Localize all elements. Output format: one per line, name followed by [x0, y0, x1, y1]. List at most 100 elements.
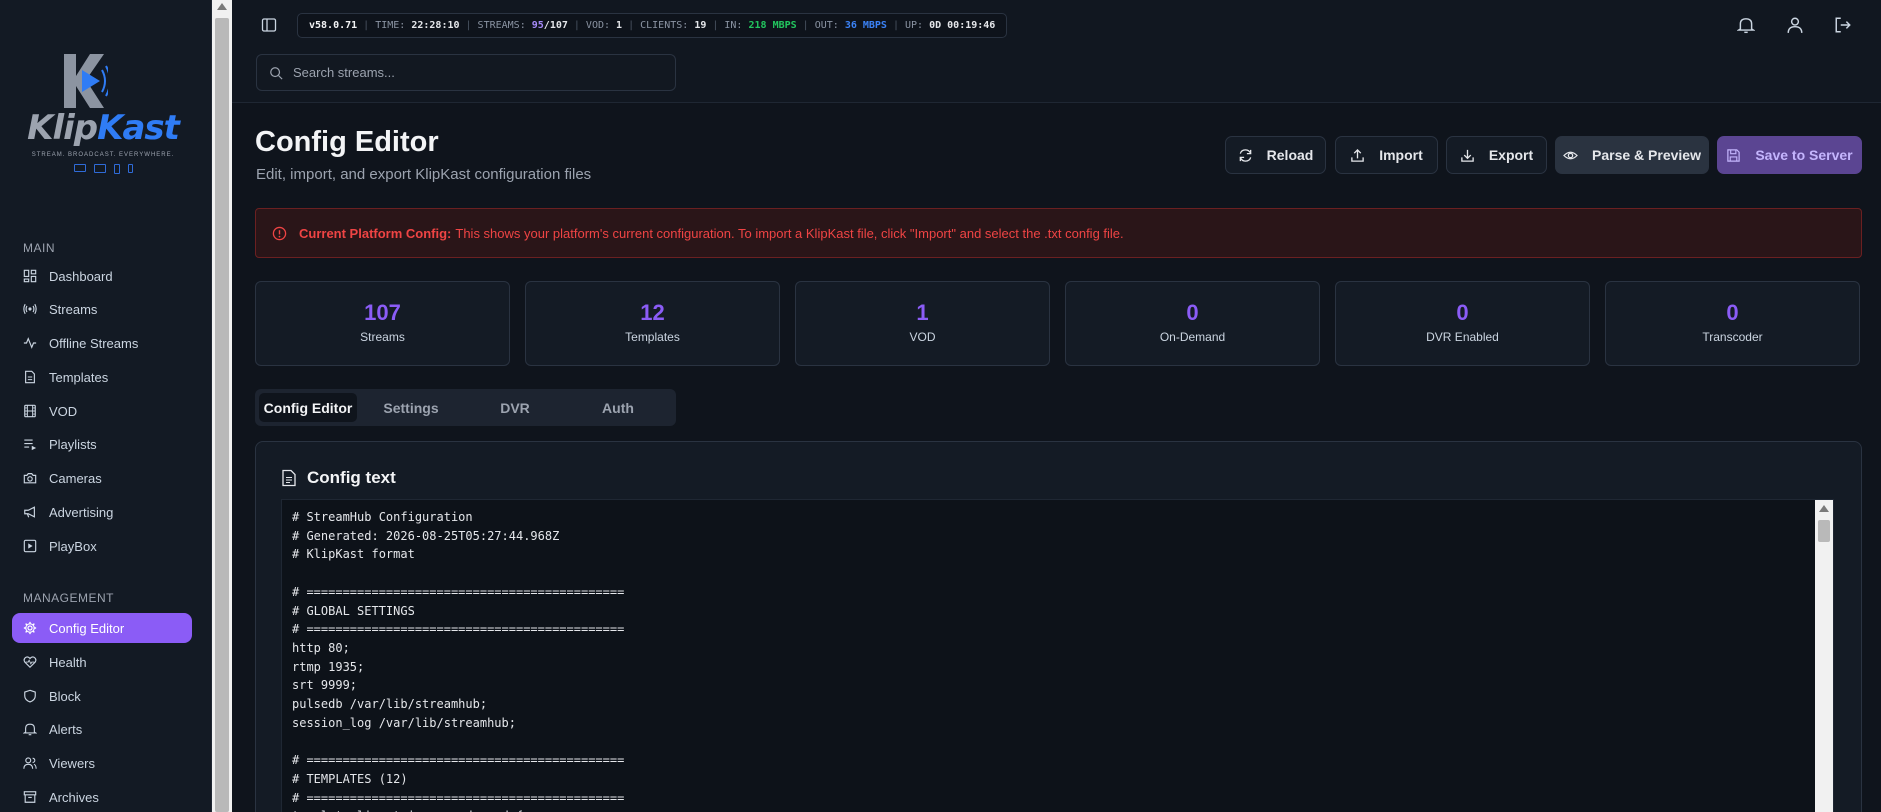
reload-button[interactable]: Reload: [1225, 136, 1326, 174]
sidebar-item-archives[interactable]: Archives: [12, 782, 192, 812]
reload-label: Reload: [1266, 147, 1314, 163]
notification-bell-icon[interactable]: [1737, 16, 1755, 34]
logo-k-icon: [64, 54, 108, 108]
editor-scroll-up-icon[interactable]: [1819, 505, 1829, 512]
in-label: IN:: [724, 20, 743, 31]
card-title-text: Config text: [307, 468, 396, 487]
config-text-editor[interactable]: # StreamHub Configuration # Generated: 2…: [281, 499, 1834, 812]
stat-label: DVR Enabled: [1426, 330, 1499, 344]
parse-preview-button[interactable]: Parse & Preview: [1555, 136, 1709, 174]
tab-settings[interactable]: Settings: [362, 393, 460, 422]
stat-card-on-demand: 0 On-Demand: [1065, 281, 1320, 366]
sidebar-item-label: Config Editor: [49, 620, 125, 636]
stat-value: 12: [640, 300, 665, 325]
save-to-server-button[interactable]: Save to Server: [1717, 136, 1862, 174]
streams-label: STREAMS:: [477, 20, 526, 31]
save-label: Save to Server: [1755, 147, 1853, 163]
streams-total-value: /107: [543, 20, 568, 31]
sidebar-item-templates[interactable]: Templates: [12, 362, 192, 392]
klipkast-logo[interactable]: KlipKast STREAM. BROADCAST. EVERYWHERE.: [22, 48, 184, 188]
import-button[interactable]: Import: [1335, 136, 1438, 174]
sidebar-item-viewers[interactable]: Viewers: [12, 748, 192, 778]
streams-active-value: 95: [531, 20, 544, 31]
stat-value: 0: [1456, 300, 1469, 325]
stat-value: 107: [364, 300, 401, 325]
stat-label: VOD: [909, 330, 936, 344]
search-input[interactable]: [293, 65, 673, 80]
sidebar-item-block[interactable]: Block: [12, 681, 192, 711]
stat-card-dvr-enabled: 0 DVR Enabled: [1335, 281, 1590, 366]
sidebar-item-playbox[interactable]: PlayBox: [12, 531, 192, 561]
stat-card-vod: 1 VOD: [795, 281, 1050, 366]
logo-wordmark: KlipKast: [27, 108, 180, 148]
page-subtitle: Edit, import, and export KlipKast config…: [256, 166, 592, 183]
tab-config-editor[interactable]: Config Editor: [259, 393, 357, 422]
search-icon: [270, 66, 283, 80]
sidebar-item-label: Templates: [49, 369, 109, 385]
export-button[interactable]: Export: [1446, 136, 1547, 174]
activity-icon: [23, 337, 37, 349]
editor-scrollbar[interactable]: [1815, 500, 1833, 812]
sidebar-item-label: VOD: [49, 403, 78, 419]
tab-dvr[interactable]: DVR: [466, 393, 564, 422]
sidebar-item-label: Streams: [49, 301, 98, 317]
stat-card-transcoder: 0 Transcoder: [1605, 281, 1860, 366]
stat-value: 1: [916, 300, 929, 325]
tab-auth[interactable]: Auth: [569, 393, 667, 422]
sidebar-item-health[interactable]: Health: [12, 647, 192, 677]
import-label: Import: [1379, 147, 1423, 163]
user-icon[interactable]: [1786, 16, 1804, 34]
section-label-main: MAIN: [23, 241, 55, 255]
sidebar-item-label: Alerts: [49, 721, 83, 737]
top-bar: v58.0.71 | TIME: 22:28:10 | STREAMS: 95/…: [232, 0, 1881, 103]
version-text: v58.0.71: [309, 20, 358, 31]
vod-label: VOD:: [585, 20, 611, 31]
alert-title: Current Platform Config:: [299, 225, 452, 241]
sidebar-item-dashboard[interactable]: Dashboard: [12, 261, 192, 291]
page-scrollbar[interactable]: [212, 0, 232, 812]
sidebar-item-config-editor[interactable]: Config Editor: [12, 613, 192, 643]
stat-value: 0: [1726, 300, 1739, 325]
in-rate-value: 218 MBPS: [748, 20, 797, 31]
dashboard-icon: [23, 269, 37, 283]
film-icon: [24, 404, 36, 418]
config-text-card: Config text # StreamHub Configuration # …: [255, 441, 1862, 812]
sidebar-item-playlists[interactable]: Playlists: [12, 429, 192, 459]
playbox-icon: [23, 539, 37, 553]
scrollbar-thumb[interactable]: [215, 18, 229, 812]
sidebar-item-advertising[interactable]: Advertising: [12, 497, 192, 527]
logo-tagline: STREAM. BROADCAST. EVERYWHERE.: [31, 152, 175, 158]
sidebar-toggle-icon[interactable]: [261, 17, 277, 33]
platform-config-alert: Current Platform Config: This shows your…: [255, 208, 1862, 258]
uptime-label: UP:: [905, 20, 924, 31]
sidebar-item-label: PlayBox: [49, 538, 97, 554]
users-icon: [23, 757, 37, 769]
sidebar-item-offline-streams[interactable]: Offline Streams: [12, 328, 192, 358]
sidebar-item-label: Archives: [49, 789, 99, 805]
shield-icon: [24, 689, 36, 703]
stat-value: 0: [1186, 300, 1199, 325]
sidebar-item-label: Health: [49, 654, 87, 670]
device-icons: [62, 164, 144, 176]
sidebar-item-alerts[interactable]: Alerts: [12, 714, 192, 744]
eye-icon: [1563, 151, 1578, 159]
document-icon: [282, 469, 296, 487]
section-label-management: MANAGEMENT: [23, 591, 115, 605]
out-rate-value: 36 MBPS: [844, 20, 887, 31]
time-value: 22:28:10: [411, 20, 460, 31]
status-bar: v58.0.71 | TIME: 22:28:10 | STREAMS: 95/…: [297, 13, 1008, 38]
bell-icon: [23, 723, 37, 736]
sidebar-item-vod[interactable]: VOD: [12, 396, 192, 426]
uptime-value: 0D 00:19:46: [929, 20, 996, 31]
sidebar-item-streams[interactable]: Streams: [12, 294, 192, 324]
page-title: Config Editor: [255, 126, 439, 158]
config-text-content[interactable]: # StreamHub Configuration # Generated: 2…: [292, 508, 624, 812]
sidebar-item-cameras[interactable]: Cameras: [12, 463, 192, 493]
scroll-up-arrow-icon[interactable]: [217, 3, 227, 10]
editor-scrollbar-thumb[interactable]: [1818, 520, 1830, 542]
logout-icon[interactable]: [1834, 16, 1852, 34]
alert-circle-icon: [272, 226, 287, 240]
sidebar: KlipKast STREAM. BROADCAST. EVERYWHERE. …: [0, 0, 212, 812]
clients-value: 19: [694, 20, 707, 31]
search-box[interactable]: [256, 54, 676, 91]
